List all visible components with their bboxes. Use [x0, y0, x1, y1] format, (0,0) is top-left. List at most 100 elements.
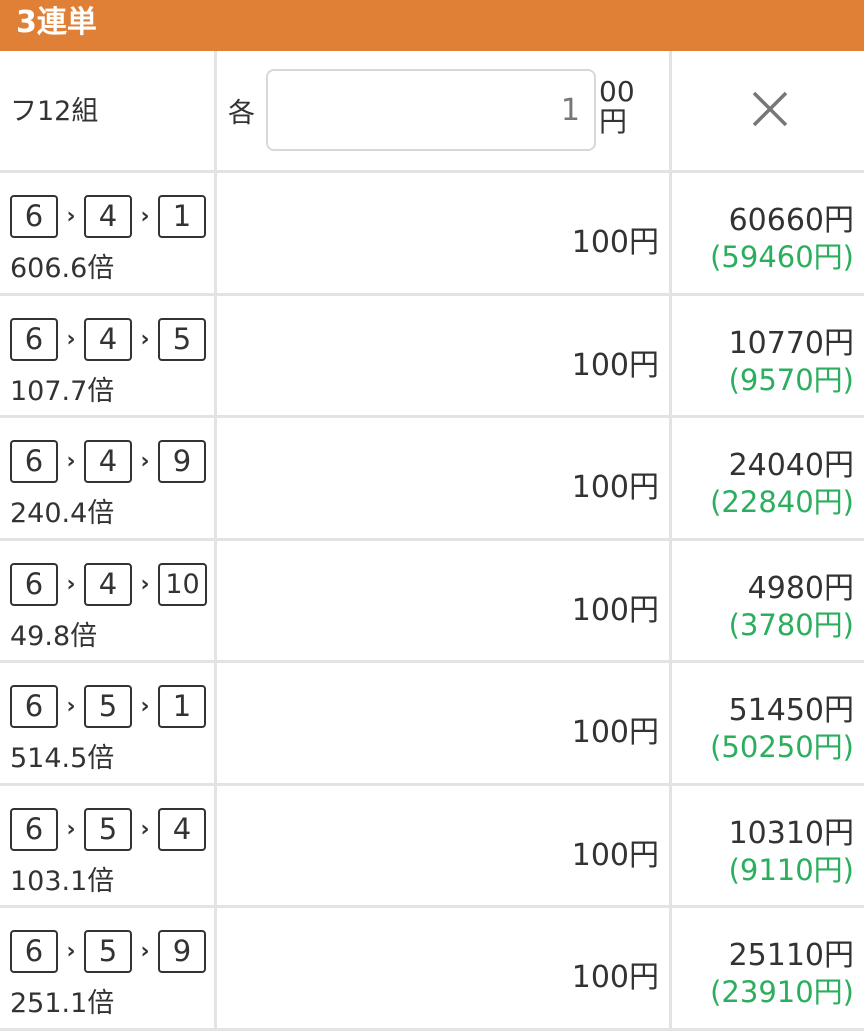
chevron-right-icon: ›: [66, 326, 76, 352]
first-place-box: 6: [10, 685, 58, 728]
stake-cell: 100円: [220, 540, 672, 663]
each-label: 各: [228, 98, 255, 129]
stake-cell: 100円: [220, 663, 672, 786]
profit-amount: (22840円): [710, 485, 854, 519]
payout-amount: 60660円: [728, 203, 854, 238]
second-place-box: 5: [84, 807, 132, 851]
profit-amount: (23910円): [710, 975, 854, 1009]
bet-row[interactable]: 6 › 4 › 9 240.4倍 100円 24040円 (22840円): [0, 418, 864, 541]
chevron-right-icon: ›: [140, 816, 150, 842]
combination-cell: 6 › 5 › 4 103.1倍: [0, 785, 217, 908]
combination-cell: 6 › 4 › 1 606.6倍: [0, 173, 217, 296]
delete-cell: [675, 51, 864, 173]
chevron-right-icon: ›: [66, 449, 76, 474]
payout-amount: 25110円: [728, 938, 854, 973]
payout-cell: 10770円 (9570円): [675, 296, 864, 419]
combination-cell: 6 › 5 › 9 251.1倍: [0, 908, 217, 1031]
profit-amount: (50250円): [710, 730, 854, 764]
odds-label: 514.5倍: [10, 743, 115, 774]
odds-label: 606.6倍: [10, 253, 115, 284]
payout-amount: 51450円: [728, 693, 854, 728]
first-place-box: 6: [10, 807, 58, 851]
third-place-box: 1: [158, 195, 206, 238]
stake-cell: 100円: [220, 908, 672, 1031]
stake-amount: 100円: [571, 837, 659, 873]
odds-label: 240.4倍: [10, 498, 115, 529]
close-icon[interactable]: [752, 91, 788, 127]
combination-cell: 6 › 4 › 9 240.4倍: [0, 418, 217, 541]
chevron-right-icon: ›: [66, 816, 76, 842]
combination: 6 › 4 › 9: [10, 440, 206, 483]
stake-amount: 100円: [571, 715, 659, 750]
chevron-right-icon: ›: [66, 939, 76, 964]
payout-cell: 25110円 (23910円): [675, 908, 864, 1031]
combination: 6 › 5 › 4: [10, 807, 206, 851]
third-place-box: 5: [158, 317, 206, 361]
first-place-box: 6: [10, 562, 58, 606]
payout-amount: 10770円: [728, 325, 854, 361]
odds-label: 251.1倍: [10, 988, 115, 1019]
amount-unit-hundreds: 00: [599, 75, 635, 108]
stake-cell: 100円: [220, 785, 672, 908]
first-place-box: 6: [10, 440, 58, 483]
chevron-right-icon: ›: [66, 571, 76, 597]
odds-label: 103.1倍: [10, 865, 115, 897]
chevron-right-icon: ›: [140, 326, 150, 352]
payout-cell: 24040円 (22840円): [675, 418, 864, 541]
third-place-box: 4: [158, 807, 206, 851]
combo-count-label: フ12組: [10, 96, 99, 127]
combination: 6 › 4 › 10: [10, 562, 207, 606]
third-place-box: 9: [158, 930, 206, 973]
bet-row[interactable]: 6 › 4 › 5 107.7倍 100円 10770円 (9570円): [0, 295, 864, 419]
combination: 6 › 4 › 5: [10, 317, 206, 361]
second-place-box: 5: [84, 685, 132, 728]
stake-amount: 100円: [571, 960, 659, 995]
bet-summary-row: フ12組 各 00 円: [0, 51, 864, 173]
second-place-box: 4: [84, 440, 132, 483]
bet-row[interactable]: 6 › 5 › 4 103.1倍 100円 10310円 (9110円): [0, 785, 864, 908]
second-place-box: 4: [84, 195, 132, 238]
stake-amount: 100円: [571, 347, 659, 383]
third-place-box: 1: [158, 685, 206, 728]
chevron-right-icon: ›: [140, 204, 150, 229]
amount-unit-yen: 円: [599, 105, 628, 138]
profit-amount: (9110円): [728, 852, 854, 887]
stake-amount: 100円: [571, 592, 659, 628]
stake-amount: 100円: [571, 470, 659, 505]
combination-cell: 6 › 4 › 5 107.7倍: [0, 295, 217, 418]
chevron-right-icon: ›: [140, 571, 150, 597]
combination-cell: 6 › 4 › 10 49.8倍: [0, 540, 217, 663]
bet-row[interactable]: 6 › 4 › 10 49.8倍 100円 4980円 (3780円): [0, 540, 864, 663]
combination: 6 › 5 › 1: [10, 685, 206, 728]
profit-amount: (3780円): [728, 607, 854, 642]
amount-unit: 00 円: [599, 77, 635, 137]
bet-type-title: 3連単: [0, 0, 864, 51]
chevron-right-icon: ›: [140, 694, 150, 719]
odds-label: 107.7倍: [10, 375, 115, 407]
bet-row[interactable]: 6 › 5 › 9 251.1倍 100円 25110円 (23910円): [0, 908, 864, 1031]
chevron-right-icon: ›: [66, 694, 76, 719]
chevron-right-icon: ›: [66, 204, 76, 229]
profit-amount: (59460円): [710, 240, 854, 274]
amount-cell: 各 00 円: [220, 51, 672, 173]
payout-cell: 60660円 (59460円): [675, 173, 864, 296]
row-divider: [0, 1027, 864, 1031]
bet-row[interactable]: 6 › 5 › 1 514.5倍 100円 51450円 (50250円): [0, 663, 864, 786]
stake-cell: 100円: [220, 418, 672, 541]
payout-amount: 4980円: [747, 570, 854, 606]
combination-cell: 6 › 5 › 1 514.5倍: [0, 663, 217, 786]
payout-amount: 10310円: [728, 815, 854, 851]
combination: 6 › 4 › 1: [10, 195, 206, 238]
first-place-box: 6: [10, 317, 58, 361]
odds-label: 49.8倍: [10, 620, 98, 652]
amount-input[interactable]: [266, 69, 596, 151]
combo-count-cell: フ12組: [0, 51, 217, 173]
second-place-box: 4: [84, 562, 132, 606]
stake-amount: 100円: [571, 225, 659, 260]
second-place-box: 4: [84, 317, 132, 361]
third-place-box: 10: [158, 562, 207, 606]
bet-row[interactable]: 6 › 4 › 1 606.6倍 100円 60660円 (59460円): [0, 173, 864, 296]
payout-cell: 51450円 (50250円): [675, 663, 864, 786]
first-place-box: 6: [10, 195, 58, 238]
third-place-box: 9: [158, 440, 206, 483]
